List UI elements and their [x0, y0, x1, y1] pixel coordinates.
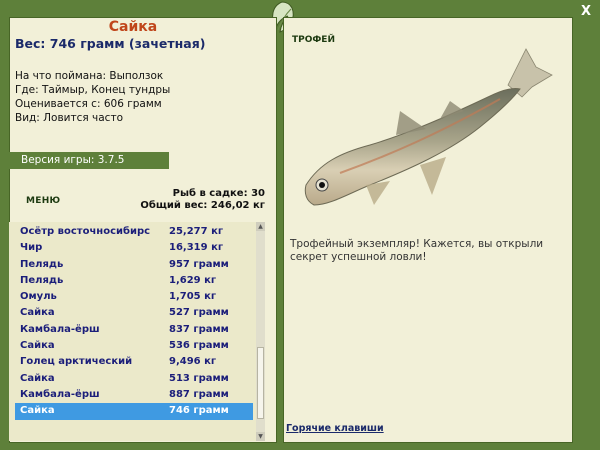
species-info: Вид: Ловится часто — [15, 112, 123, 124]
location-info: Где: Таймыр, Конец тундры — [15, 84, 171, 96]
catch-list-row[interactable]: Сайка 536 грамм — [15, 338, 253, 354]
total-weight: Общий вес: 246,02 кг — [140, 200, 265, 211]
catch-list-items: Осётр восточносибирс... 25,277 кг Чир 16,31… — [15, 224, 253, 420]
catch-row-name: Осётр восточносибирс... — [20, 226, 150, 237]
catch-row-weight: 837 грамм — [169, 323, 229, 335]
catch-row-weight: 887 грамм — [169, 388, 229, 400]
catch-row-name: Камбала-ёрш — [20, 388, 100, 400]
menu-button[interactable]: МЕНЮ — [26, 196, 60, 206]
catch-row-weight: 9,496 кг — [169, 356, 217, 368]
catch-list-row[interactable]: Чир 16,319 кг — [15, 240, 253, 256]
fish-count: Рыб в садке: 30 — [172, 188, 265, 199]
fish-name: Сайка — [108, 19, 158, 35]
catch-row-name: Сайка — [20, 307, 55, 319]
catch-row-name: Пелядь — [20, 258, 64, 270]
keepnet-stats: Рыб в садке: 30 Общий вес: 246,02 кг — [140, 188, 265, 212]
catch-list-row[interactable]: Камбала-ёрш 837 грамм — [15, 322, 253, 338]
catch-row-name: Голец арктический — [20, 356, 133, 368]
hotkeys-link[interactable]: Горячие клавиши — [286, 423, 384, 434]
rated-from-info: Оценивается с: 606 грамм — [15, 98, 162, 110]
catch-list: Осётр восточносибирс... 25,277 кг Чир 16,31… — [9, 222, 265, 441]
catch-row-weight: 1,629 кг — [169, 274, 217, 286]
catch-row-name: Омуль — [20, 291, 57, 303]
catch-list-row[interactable]: Пелядь 957 грамм — [15, 257, 253, 273]
catch-list-row[interactable]: Голец арктический 9,496 кг — [15, 354, 253, 370]
catch-row-weight: 746 грамм — [169, 405, 229, 417]
catch-row-weight: 16,319 кг — [169, 242, 224, 254]
catch-row-weight: 25,277 кг — [169, 226, 224, 237]
close-button[interactable]: X — [581, 4, 591, 19]
scroll-thumb[interactable] — [257, 347, 264, 419]
catch-list-row[interactable]: Камбала-ёрш 887 грамм — [15, 387, 253, 403]
scroll-down-icon[interactable]: ▼ — [256, 432, 265, 441]
catch-list-row[interactable]: Сайка 513 грамм — [15, 371, 253, 387]
catch-row-name: Сайка — [20, 340, 55, 352]
catch-list-row[interactable]: Осётр восточносибирс... 25,277 кг — [15, 224, 253, 240]
catch-row-weight: 513 грамм — [169, 372, 229, 384]
list-scrollbar[interactable]: ▲ ▼ — [256, 222, 265, 441]
catch-list-row[interactable]: Сайка 527 грамм — [15, 305, 253, 321]
scroll-up-icon[interactable]: ▲ — [256, 222, 265, 231]
game-version: Версия игры: 3.7.5 — [9, 152, 169, 169]
catch-row-name: Пелядь — [20, 274, 64, 286]
trophy-title: ТРОФЕЙ — [292, 35, 335, 45]
bait-info: На что поймана: Выползок — [15, 70, 164, 82]
catch-row-name: Камбала-ёрш — [20, 323, 100, 335]
catch-row-name: Сайка — [20, 372, 55, 384]
catch-row-weight: 527 грамм — [169, 307, 229, 319]
fish-weight: Вес: 746 грамм (зачетная) — [15, 36, 206, 51]
catch-row-name: Сайка — [20, 405, 55, 417]
catch-list-row[interactable]: Сайка 746 грамм — [15, 403, 253, 420]
catch-row-weight: 536 грамм — [169, 340, 229, 352]
catch-row-name: Чир — [20, 242, 43, 254]
catch-row-weight: 957 грамм — [169, 258, 229, 270]
catch-row-weight: 1,705 кг — [169, 291, 217, 303]
catch-list-row[interactable]: Омуль 1,705 кг — [15, 289, 253, 305]
trophy-message: Трофейный экземпляр! Кажется, вы открыли… — [290, 238, 544, 263]
fish-image — [304, 48, 553, 206]
catch-list-row[interactable]: Пелядь 1,629 кг — [15, 273, 253, 289]
